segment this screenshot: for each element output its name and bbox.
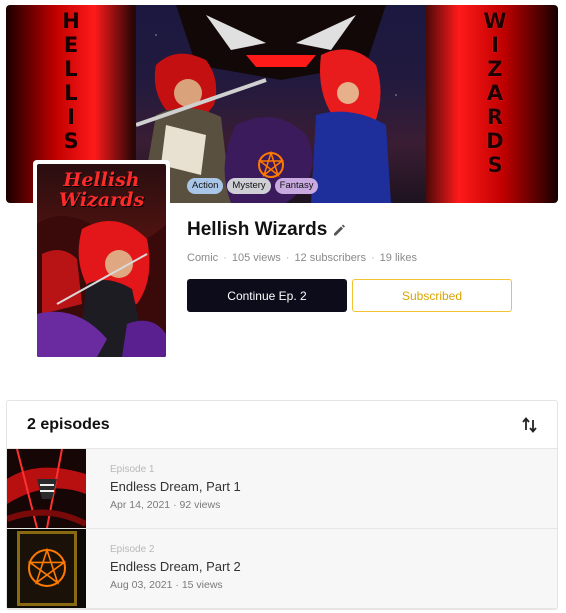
episode-row[interactable]: Episode 2 Endless Dream, Part 2 Aug 03, … <box>7 529 557 609</box>
tag-action[interactable]: Action <box>187 178 224 194</box>
banner-left-lettering: H E L L I S <box>62 9 80 153</box>
episode-date: Aug 03, 2021 <box>110 579 173 591</box>
episode-views: 92 views <box>179 499 221 511</box>
cover-image: Hellish Wizards <box>37 164 166 357</box>
episode-views: 15 views <box>181 579 223 591</box>
episode-meta: Aug 03, 2021 · 15 views <box>110 579 241 591</box>
stat-separator: · <box>370 252 375 264</box>
episodes-header: 2 episodes <box>7 401 557 449</box>
episode-thumbnail <box>7 449 86 528</box>
stat-separator: · <box>223 252 227 264</box>
cover-title-line1: Hellish <box>63 169 140 191</box>
episode-title[interactable]: Endless Dream, Part 2 <box>110 559 241 574</box>
tag-fantasy[interactable]: Fantasy <box>274 178 319 194</box>
series-likes: 19 likes <box>379 252 417 264</box>
banner-right-lettering: W I Z A R D S <box>483 9 507 177</box>
cover-frame: Hellish Wizards <box>33 160 170 361</box>
banner-artwork <box>135 5 426 203</box>
episode-number: Episode 2 <box>110 544 155 555</box>
series-stats: Comic · 105 views · 12 subscribers · 19 … <box>187 252 417 264</box>
tag-mystery[interactable]: Mystery <box>227 178 271 194</box>
episode-number: Episode 1 <box>110 464 155 475</box>
meta-separator: · <box>175 579 179 591</box>
episode-meta: Apr 14, 2021 · 92 views <box>110 499 241 511</box>
series-title: Hellish Wizards <box>187 219 328 240</box>
episode-thumbnail <box>7 529 86 608</box>
genre-tags: Action Mystery Fantasy <box>187 178 319 194</box>
sort-icon[interactable] <box>521 416 539 434</box>
pencil-icon[interactable] <box>331 222 347 238</box>
banner-illustration <box>135 5 391 203</box>
subscribed-button[interactable]: Subscribed <box>352 279 512 312</box>
cover-title: Hellish Wizards <box>37 170 166 210</box>
series-type: Comic <box>187 252 219 264</box>
series-subscribers: 12 subscribers <box>294 252 366 264</box>
meta-separator: · <box>173 499 177 511</box>
episodes-count: 2 episodes <box>27 415 110 433</box>
series-title-row: Hellish Wizards <box>187 219 347 241</box>
episode-row[interactable]: Episode 1 Endless Dream, Part 1 Apr 14, … <box>7 449 557 529</box>
episode-info: Episode 1 Endless Dream, Part 1 Apr 14, … <box>86 449 241 528</box>
episodes-panel: 2 episodes Episode 1 Endless Dream, Part… <box>6 400 558 610</box>
episode-info: Episode 2 Endless Dream, Part 2 Aug 03, … <box>86 529 241 608</box>
continue-episode-button[interactable]: Continue Ep. 2 <box>187 279 347 312</box>
series-views: 105 views <box>231 252 281 264</box>
episode-date: Apr 14, 2021 <box>110 499 171 511</box>
stat-separator: · <box>285 252 290 264</box>
cover-title-line2: Wizards <box>58 189 145 211</box>
episode-title[interactable]: Endless Dream, Part 1 <box>110 479 241 494</box>
